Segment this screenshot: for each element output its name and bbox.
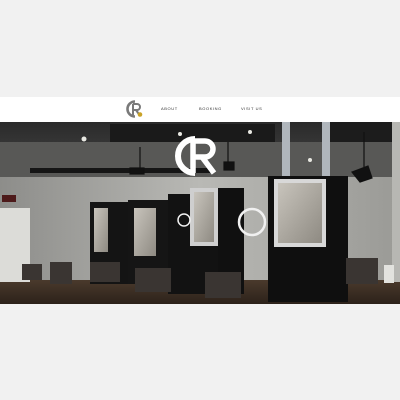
top-navbar: ABOUT BOOKING VISIT US xyxy=(0,97,400,123)
page: ABOUT BOOKING VISIT US xyxy=(0,0,400,400)
brand-logo[interactable] xyxy=(124,99,144,119)
nav-link-visit-us[interactable]: VISIT US xyxy=(241,106,262,111)
salon-interior-photo xyxy=(0,122,400,304)
cr-logo-icon xyxy=(126,100,143,118)
hero-banner xyxy=(0,122,400,304)
nav-link-booking[interactable]: BOOKING xyxy=(199,106,222,111)
nav-link-about[interactable]: ABOUT xyxy=(161,106,178,111)
